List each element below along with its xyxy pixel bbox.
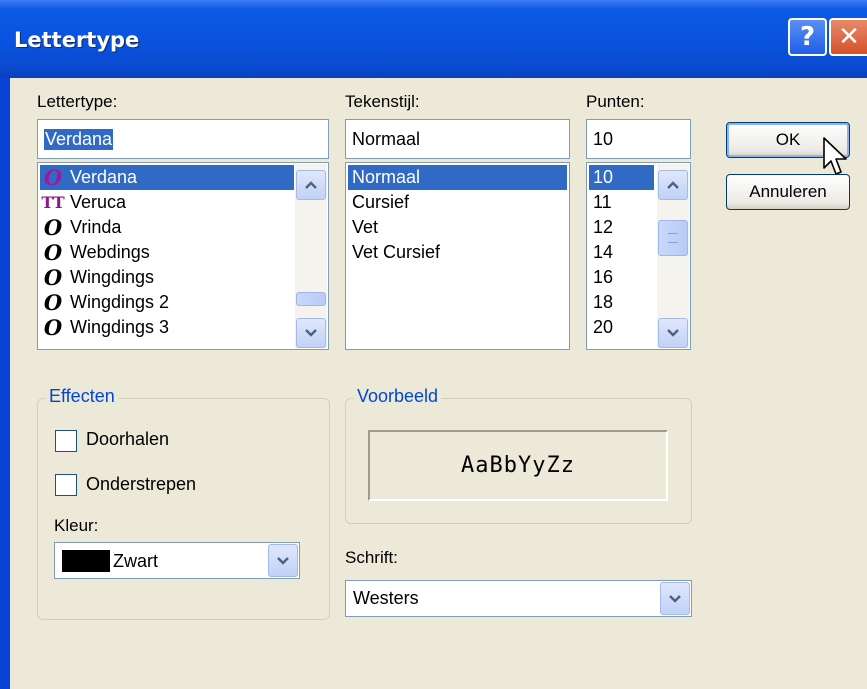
size-input[interactable]: 10 [586,119,691,159]
font-list-item[interactable]: O Wingdings [40,265,294,290]
window-title: Lettertype [14,28,140,52]
script-value: Westers [353,588,419,608]
font-list-item-label: Wingdings [70,267,155,287]
scroll-down-button[interactable] [296,318,326,348]
preview-sample: AaBbYyZz [368,430,668,501]
font-list-item[interactable]: O Verdana [40,165,294,190]
font-label: Lettertype: [37,92,118,111]
chevron-up-icon [305,181,317,189]
scroll-thumb[interactable] [658,220,688,256]
style-label: Tekenstijl: [345,92,420,111]
strikeout-label[interactable]: Doorhalen [86,429,169,450]
font-list-item[interactable]: O Vrinda [40,215,294,240]
scroll-thumb[interactable] [296,292,326,306]
effects-group: Effecten [37,386,330,620]
chevron-down-icon [305,329,317,337]
size-list[interactable]: 10 11 12 14 16 18 20 [586,162,691,350]
size-value: 10 [593,128,614,149]
style-value: Normaal [352,128,421,149]
font-list-item-label: Verdana [70,167,138,187]
color-swatch [62,550,110,572]
opentype-icon: O [43,165,63,190]
help-button[interactable]: ? [788,18,827,56]
chevron-down-icon [277,556,289,565]
size-list-item[interactable]: 12 [589,215,654,240]
scroll-down-button[interactable] [658,318,688,348]
preview-legend: Voorbeeld [354,386,442,407]
script-label: Schrift: [345,548,398,567]
script-dropdown-button[interactable] [660,582,690,615]
opentype-icon: O [43,215,63,240]
opentype-icon: O [43,290,63,315]
cancel-button[interactable]: Annuleren [726,174,850,210]
style-input[interactable]: Normaal [345,119,570,159]
chevron-down-icon [669,594,681,603]
close-button[interactable]: ✕ [829,18,867,56]
font-list-item-label: Wingdings 3 [70,317,170,337]
opentype-icon: O [43,265,63,290]
font-list-item[interactable]: O Wingdings 3 [40,315,294,340]
scroll-up-button[interactable] [296,170,326,200]
help-icon: ? [799,22,816,52]
mouse-cursor-icon [823,137,847,175]
size-list-item[interactable]: 16 [589,265,654,290]
font-list-item-label: Veruca [70,192,127,212]
font-list-item[interactable]: O Wingdings 2 [40,290,294,315]
underline-checkbox[interactable] [55,474,77,496]
effects-legend: Effecten [46,386,118,407]
style-list-item[interactable]: Cursief [348,190,567,215]
font-list-scrollbar[interactable] [295,164,327,348]
size-label: Punten: [586,92,645,111]
cancel-button-label: Annuleren [749,182,827,201]
underline-label[interactable]: Onderstrepen [86,474,196,495]
font-name-input[interactable]: Verdana [37,119,329,159]
size-list-item[interactable]: 18 [589,290,654,315]
style-list-item[interactable]: Vet [348,215,567,240]
size-list-item[interactable]: 11 [589,190,654,215]
title-bar[interactable]: Lettertype ? ✕ [0,0,867,78]
truetype-icon: TT [41,193,65,212]
opentype-icon: O [43,240,63,265]
font-list-item-label: Webdings [70,242,150,262]
color-value: Zwart [113,550,158,571]
font-list-item[interactable]: O Webdings [40,240,294,265]
chevron-up-icon [667,181,679,189]
size-list-scrollbar[interactable] [657,164,689,348]
font-name-value: Verdana [44,128,114,150]
style-list-item[interactable]: Normaal [348,165,567,190]
scroll-up-button[interactable] [658,170,688,200]
style-list[interactable]: Normaal Cursief Vet Vet Cursief [345,162,570,350]
font-list-item-label: Vrinda [70,217,122,237]
size-list-item[interactable]: 14 [589,240,654,265]
opentype-icon: O [43,315,63,340]
font-list-item[interactable]: TT Veruca [40,190,294,215]
style-list-item[interactable]: Vet Cursief [348,240,567,265]
close-icon: ✕ [838,22,860,52]
color-select[interactable]: Zwart [54,542,300,579]
color-label: Kleur: [54,516,99,535]
color-dropdown-button[interactable] [268,544,298,577]
ok-button-label: OK [775,130,801,149]
font-list[interactable]: O Verdana TT Veruca O Vrinda O Webdings O Wingdin… [37,162,329,350]
font-list-item-label: Wingdings 2 [70,292,170,312]
size-list-item[interactable]: 20 [589,315,654,340]
script-select[interactable]: Westers [345,580,692,617]
strikeout-checkbox[interactable] [55,430,77,452]
dialog-client-area: Lettertype: Verdana O Verdana TT Veruca O Vri… [10,78,867,689]
preview-sample-text: AaBbYyZz [461,453,575,478]
thumb-grip-icon [668,233,678,243]
size-list-item[interactable]: 10 [589,165,654,190]
font-dialog-window: Lettertype ? ✕ Lettertype: Verdana O Verd… [0,0,867,689]
chevron-down-icon [667,329,679,337]
